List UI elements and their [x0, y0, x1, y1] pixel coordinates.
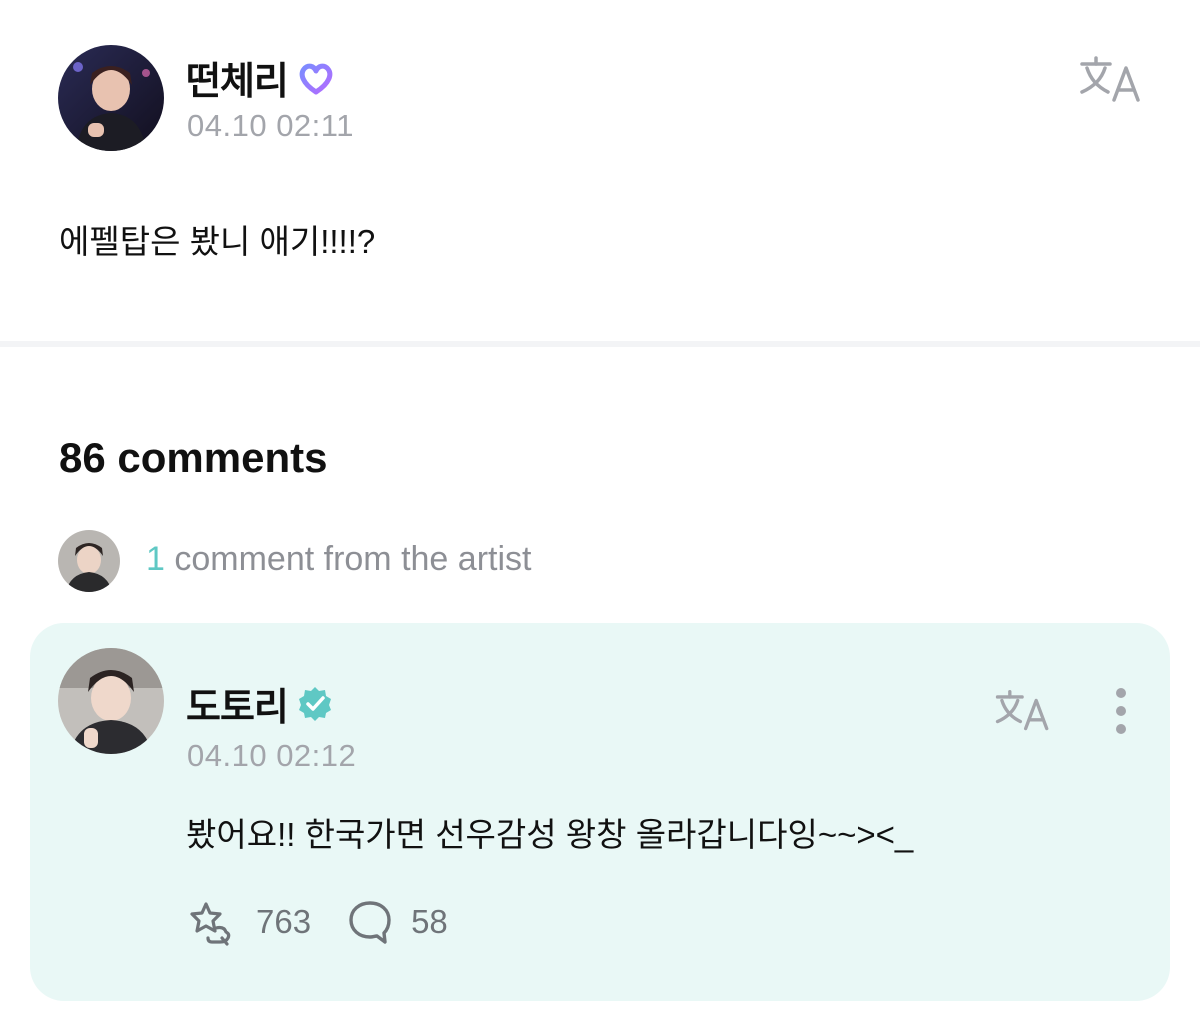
- comment-bubble-icon[interactable]: [347, 899, 393, 945]
- artist-comment-summary[interactable]: 1 comment from the artist: [146, 540, 531, 579]
- artist-name[interactable]: 도토리: [186, 676, 289, 731]
- post-author-avatar[interactable]: [58, 45, 164, 151]
- like-count: 763: [256, 903, 312, 940]
- post-text: 에펠탑은 봤니 애기!!!!?: [59, 223, 376, 260]
- artist-comment-timestamp: 04.10 02:12: [187, 738, 357, 773]
- artist-mini-avatar: [58, 530, 120, 592]
- reply-count: 58: [411, 903, 448, 940]
- artist-avatar[interactable]: [58, 648, 164, 754]
- comment-count: 86 comments: [59, 434, 328, 481]
- star-hand-icon[interactable]: [186, 898, 238, 946]
- artist-comment-text: 봤어요!! 한국가면 선우감성 왕창 올라갑니다잉~~><_: [186, 816, 914, 853]
- translate-icon[interactable]: [1078, 54, 1144, 106]
- comment-translate-icon[interactable]: [994, 688, 1052, 734]
- more-vertical-icon[interactable]: [1104, 686, 1138, 736]
- heart-badge-icon: [296, 58, 336, 98]
- artist-comment-label: comment from the artist: [164, 540, 532, 578]
- post-author-name[interactable]: 떤체리: [186, 50, 289, 105]
- verified-badge-icon: [296, 685, 334, 723]
- post-timestamp: 04.10 02:11: [187, 108, 354, 143]
- artist-comment-count: 1: [146, 540, 165, 578]
- section-divider: [0, 341, 1200, 347]
